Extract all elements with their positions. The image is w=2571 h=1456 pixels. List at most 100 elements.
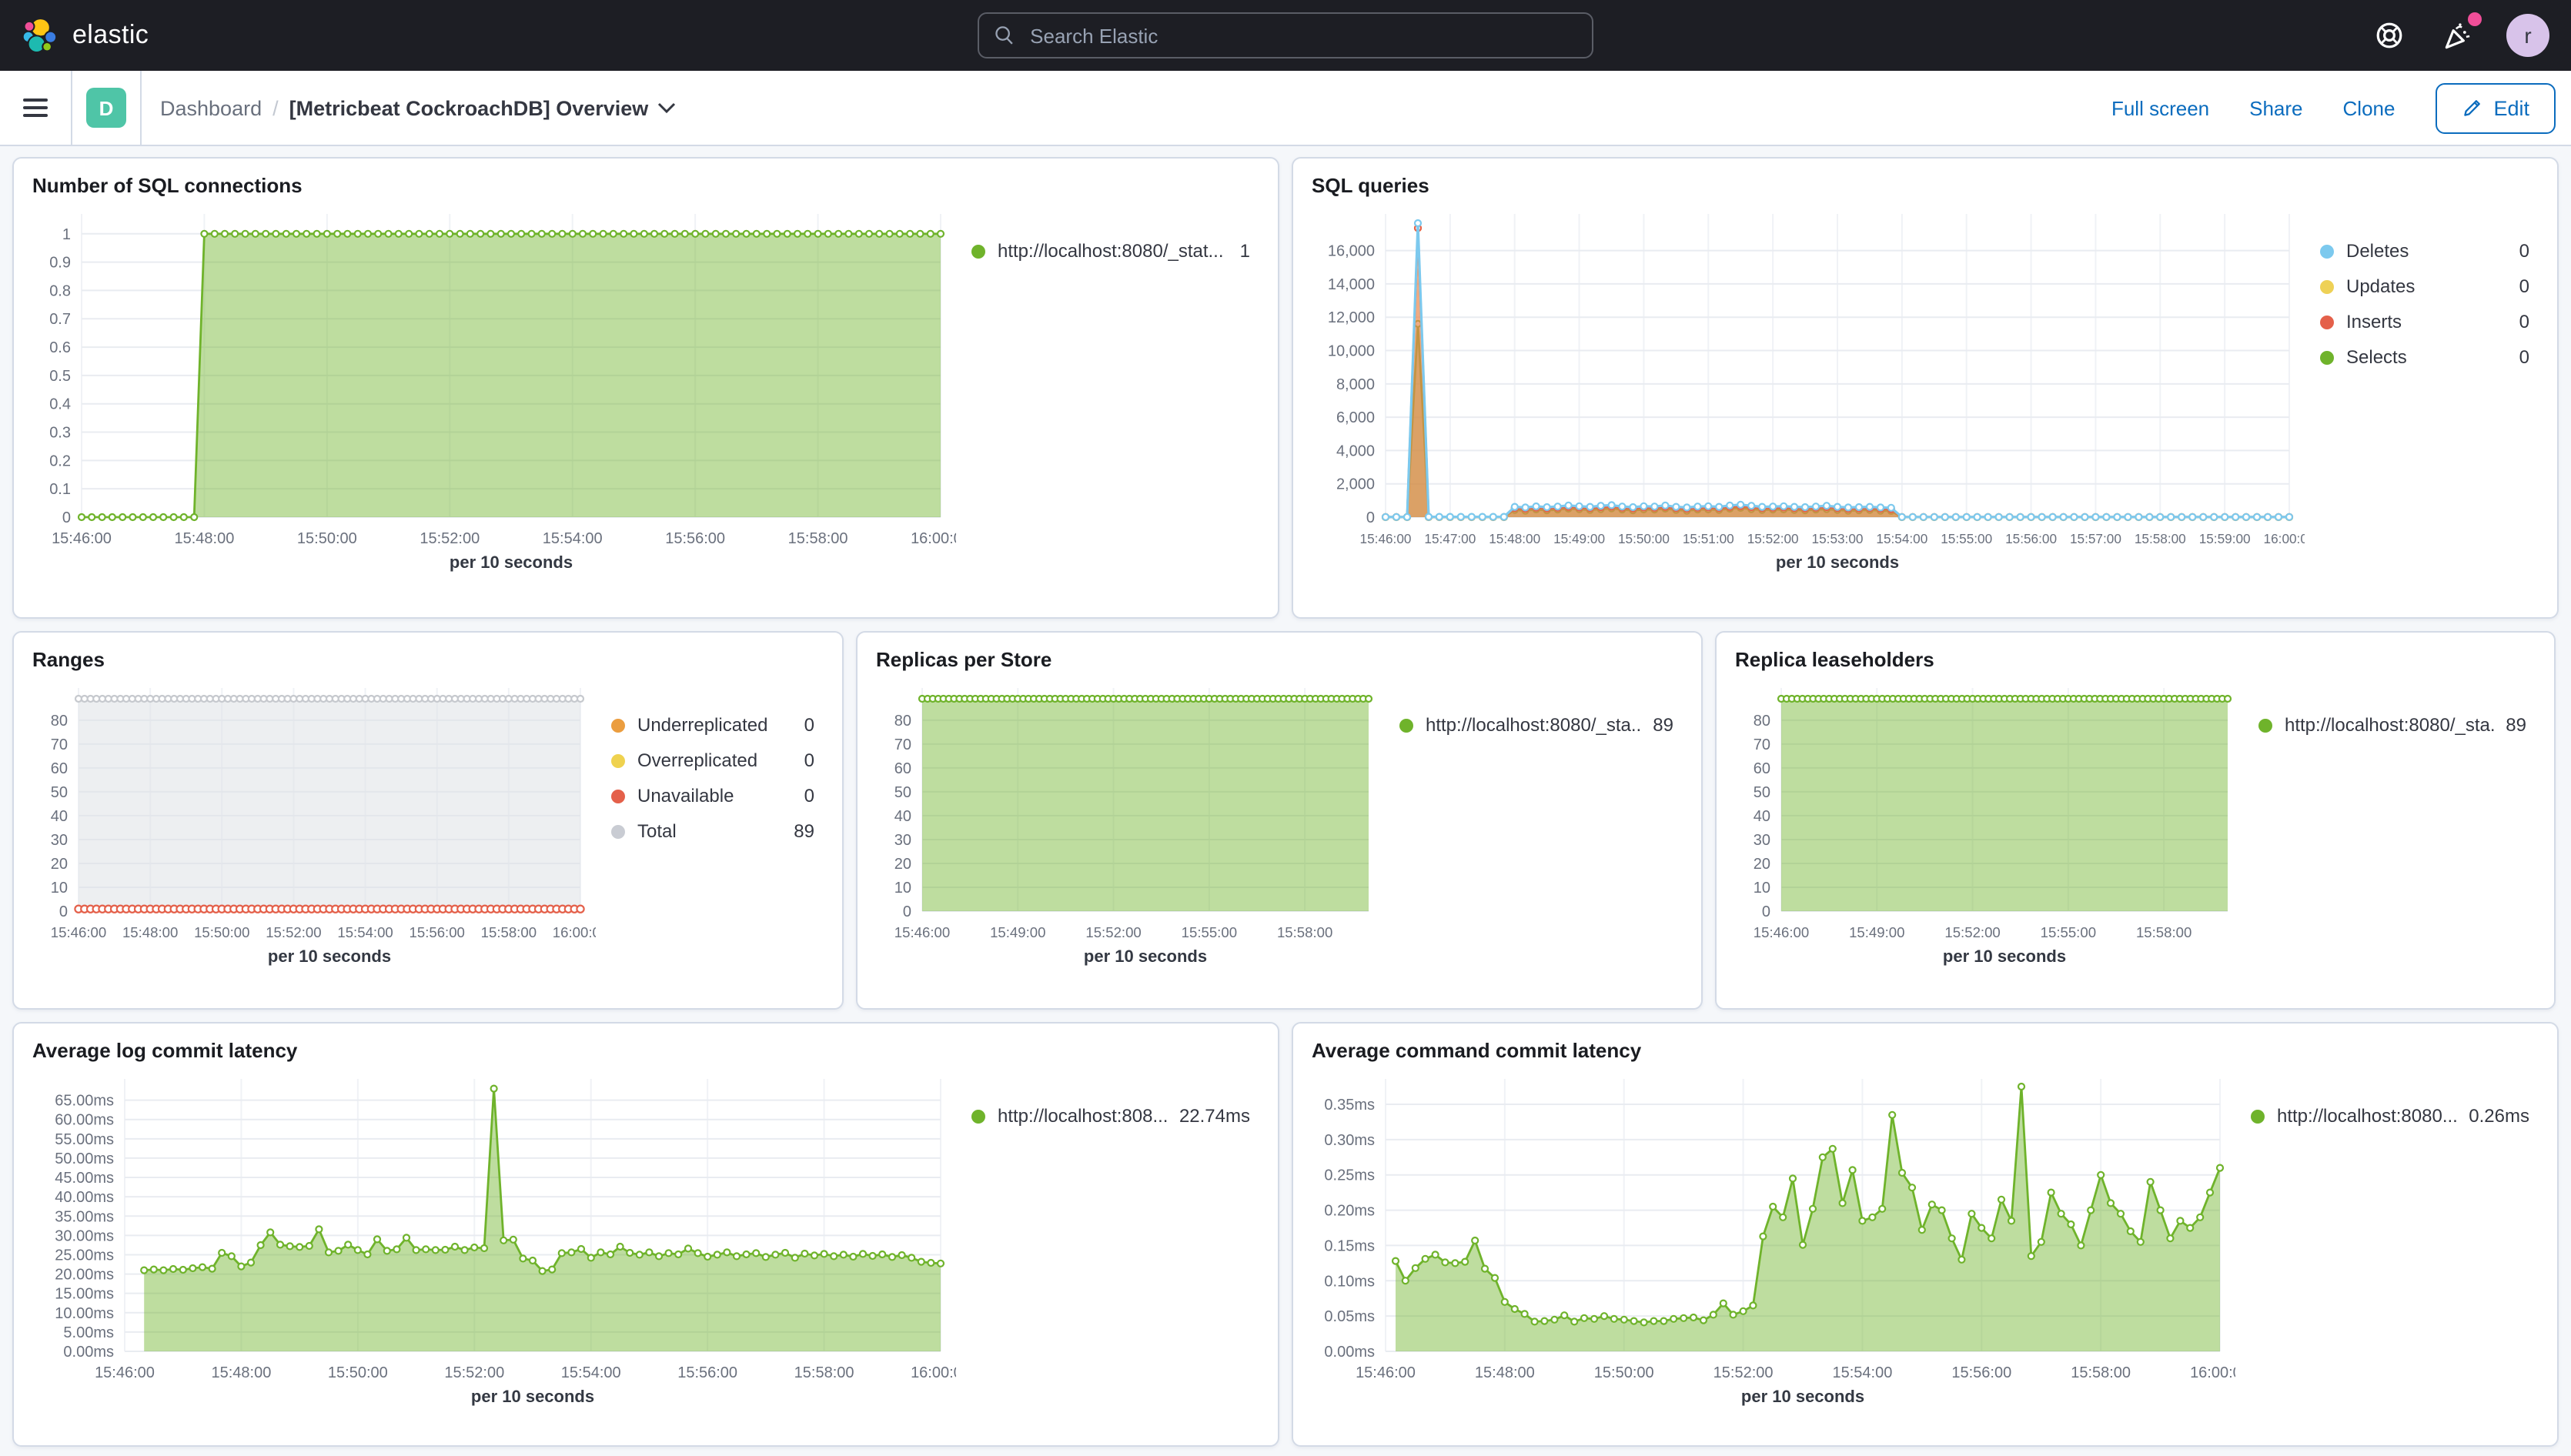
svg-text:15:48:00: 15:48:00 [1489, 531, 1540, 546]
svg-text:5.00ms: 5.00ms [63, 1324, 114, 1341]
legend-series-value: 89 [2506, 714, 2526, 736]
svg-text:10: 10 [1754, 880, 1770, 897]
legend-series-label: Overreplicated [637, 750, 757, 771]
svg-text:15:54:00: 15:54:00 [1832, 1364, 1892, 1381]
svg-text:16:00:00: 16:00:00 [553, 924, 596, 940]
svg-text:15:50:00: 15:50:00 [194, 924, 249, 940]
legend-item[interactable]: Selects0 [2320, 346, 2529, 368]
svg-text:15:58:00: 15:58:00 [1277, 924, 1332, 940]
svg-text:16:00:00: 16:00:00 [2264, 531, 2305, 546]
svg-text:10: 10 [51, 880, 68, 897]
svg-text:0.4: 0.4 [49, 396, 71, 413]
legend-item[interactable]: http://localhost:8080/_sta... 89 [2258, 714, 2526, 736]
svg-text:0.7: 0.7 [49, 311, 71, 328]
legend-item[interactable]: Unavailable0 [611, 785, 814, 806]
legend-series-label: http://localhost:8080/_stat... [998, 240, 1224, 262]
sql-queries-chart[interactable]: 16,00014,00012,00010,0008,0006,0004,0002… [1312, 200, 2305, 579]
svg-text:15:53:00: 15:53:00 [1812, 531, 1864, 546]
topbar-right-controls: r [1593, 14, 2549, 57]
legend-item[interactable]: Total89 [611, 820, 814, 842]
svg-text:15:58:00: 15:58:00 [794, 1364, 854, 1381]
legend-item[interactable]: Updates0 [2320, 276, 2529, 297]
legend-series-dot [1399, 718, 1413, 732]
svg-text:15:58:00: 15:58:00 [2136, 924, 2192, 940]
avg-log-commit-latency-chart[interactable]: 65.00ms60.00ms55.00ms50.00ms45.00ms40.00… [32, 1065, 956, 1413]
elastic-home-link[interactable]: elastic [22, 16, 978, 55]
help-life-ring-icon [2374, 20, 2405, 51]
svg-text:70: 70 [1754, 736, 1770, 753]
legend-item[interactable]: http://localhost:8080...0.26ms [2251, 1105, 2529, 1127]
svg-text:20: 20 [894, 856, 911, 873]
svg-text:30: 30 [51, 832, 68, 849]
whats-new-button[interactable] [2439, 17, 2476, 54]
search-input[interactable] [1027, 22, 1576, 48]
legend-series-label: http://localhost:8080/_sta... [2285, 714, 2493, 736]
svg-text:70: 70 [51, 736, 68, 753]
breadcrumb-dashboard-link[interactable]: Dashboard [160, 96, 262, 119]
svg-text:80: 80 [51, 713, 68, 730]
help-button[interactable] [2371, 17, 2408, 54]
svg-text:16:00:00: 16:00:00 [911, 1364, 956, 1381]
user-avatar[interactable]: r [2506, 14, 2549, 57]
svg-text:15:52:00: 15:52:00 [1747, 531, 1799, 546]
space-selector[interactable]: D [72, 71, 140, 145]
avg-command-commit-latency-chart[interactable]: 0.35ms0.30ms0.25ms0.20ms0.15ms0.10ms0.05… [1312, 1065, 2235, 1413]
svg-text:15:48:00: 15:48:00 [174, 530, 234, 547]
svg-text:30: 30 [1754, 832, 1770, 849]
legend-series-dot [2258, 718, 2272, 732]
page-title[interactable]: [Metricbeat CockroachDB] Overview [289, 96, 677, 119]
svg-text:per 10 seconds: per 10 seconds [471, 1387, 594, 1406]
sql-connections-chart[interactable]: 10.90.80.70.60.50.40.30.20.1015:46:0015:… [32, 200, 956, 579]
legend-item[interactable]: http://localhost:8080/_sta...89 [1399, 714, 1673, 736]
panel-title: Average command commit latency [1312, 1039, 2539, 1062]
legend-item[interactable]: Inserts0 [2320, 311, 2529, 332]
svg-text:15:58:00: 15:58:00 [481, 924, 537, 940]
pencil-icon [2461, 97, 2482, 119]
svg-text:15:49:00: 15:49:00 [1553, 531, 1605, 546]
svg-text:15:56:00: 15:56:00 [2005, 531, 2057, 546]
edit-button[interactable]: Edit [2435, 82, 2556, 133]
row-1: Number of SQL connections 10.90.80.70.60… [12, 157, 2559, 619]
svg-text:60: 60 [1754, 760, 1770, 777]
clone-button[interactable]: Clone [2343, 96, 2395, 119]
replica-leaseholders-chart[interactable]: 8070605040302010015:46:0015:49:0015:52:0… [1735, 674, 2243, 973]
global-search[interactable] [978, 12, 1593, 58]
menu-button[interactable] [0, 71, 71, 145]
toolbar-actions: Full screen Share Clone Edit [2111, 82, 2571, 133]
svg-text:10: 10 [894, 880, 911, 897]
svg-text:15:52:00: 15:52:00 [1713, 1364, 1774, 1381]
svg-text:0.35ms: 0.35ms [1324, 1097, 1375, 1114]
legend-series-label: Updates [2346, 276, 2415, 297]
legend-item[interactable]: Underreplicated0 [611, 714, 814, 736]
panel-replica-leaseholders: Replica leaseholders 8070605040302010015… [1715, 631, 2556, 1010]
full-screen-button[interactable]: Full screen [2111, 96, 2209, 119]
svg-text:15:52:00: 15:52:00 [444, 1364, 504, 1381]
legend-item[interactable]: http://localhost:808...22.74ms [971, 1105, 1250, 1127]
svg-text:8,000: 8,000 [1336, 376, 1375, 393]
legend-series-value: 0.26ms [2469, 1105, 2529, 1127]
share-button[interactable]: Share [2249, 96, 2302, 119]
svg-text:15:54:00: 15:54:00 [1876, 531, 1927, 546]
svg-text:0.20ms: 0.20ms [1324, 1203, 1375, 1220]
svg-text:45.00ms: 45.00ms [55, 1170, 114, 1187]
legend-item[interactable]: http://localhost:8080/_stat...1 [971, 240, 1250, 262]
legend-series-value: 0 [804, 750, 814, 771]
svg-text:4,000: 4,000 [1336, 442, 1375, 459]
svg-text:35.00ms: 35.00ms [55, 1208, 114, 1225]
legend-item[interactable]: Deletes0 [2320, 240, 2529, 262]
svg-text:per 10 seconds: per 10 seconds [268, 947, 391, 966]
legend-series-dot [2320, 244, 2334, 258]
replicas-per-store-chart[interactable]: 8070605040302010015:46:0015:49:0015:52:0… [876, 674, 1384, 973]
legend-series-label: http://localhost:8080/_sta... [1426, 714, 1640, 736]
svg-text:15:56:00: 15:56:00 [410, 924, 465, 940]
svg-text:15:54:00: 15:54:00 [543, 530, 603, 547]
svg-text:0.30ms: 0.30ms [1324, 1132, 1375, 1149]
legend-series-dot [2320, 315, 2334, 329]
svg-text:0.00ms: 0.00ms [63, 1344, 114, 1361]
svg-text:0: 0 [903, 903, 911, 920]
legend-item[interactable]: Overreplicated 0 [611, 750, 814, 771]
ranges-chart[interactable]: 8070605040302010015:46:0015:48:0015:50:0… [32, 674, 596, 973]
legend-series-label: Selects [2346, 346, 2407, 368]
svg-text:15:46:00: 15:46:00 [894, 924, 950, 940]
svg-text:20: 20 [1754, 856, 1770, 873]
